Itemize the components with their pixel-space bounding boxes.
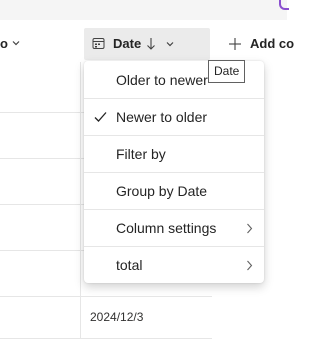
plus-icon: [229, 38, 241, 50]
menu-item-label: Older to newer: [116, 72, 208, 88]
date-cell[interactable]: 2024/12/3: [90, 310, 143, 324]
add-column-label: Add co: [250, 36, 295, 51]
date-column-header-label: Date: [113, 36, 142, 51]
menu-item-filter-by[interactable]: Filter by: [84, 136, 264, 173]
date-column-menu: Older to newer Newer to older Filter by …: [84, 61, 264, 283]
menu-item-label: Filter by: [116, 146, 166, 162]
chevron-down-icon: [166, 42, 174, 47]
sort-down-arrow-icon: [147, 38, 155, 50]
menu-item-label: Group by Date: [116, 183, 208, 199]
calendar-icon: [92, 38, 105, 49]
column-divider: [80, 62, 81, 338]
menu-item-column-settings[interactable]: Column settings: [84, 210, 264, 247]
column-header-row: o Date Add co: [0, 26, 294, 62]
left-column-header-label[interactable]: o: [0, 26, 8, 62]
corner-accent-icon: [279, 0, 289, 10]
row-divider: [0, 296, 212, 297]
top-strip: [0, 0, 289, 20]
menu-item-label: Newer to older: [116, 109, 208, 125]
menu-item-newer-to-older[interactable]: Newer to older: [84, 99, 264, 136]
menu-item-group-by-date[interactable]: Group by Date: [84, 173, 264, 210]
menu-item-total[interactable]: total: [84, 247, 264, 284]
menu-item-label: Column settings: [116, 220, 217, 236]
date-tooltip: Date: [208, 60, 246, 83]
chevron-right-icon: [247, 223, 253, 234]
check-icon: [94, 112, 107, 122]
chevron-right-icon: [247, 260, 253, 271]
chevron-down-icon[interactable]: [12, 39, 20, 47]
row-divider: [0, 338, 212, 339]
menu-item-label: total: [116, 257, 143, 273]
date-column-header[interactable]: Date: [84, 28, 210, 60]
